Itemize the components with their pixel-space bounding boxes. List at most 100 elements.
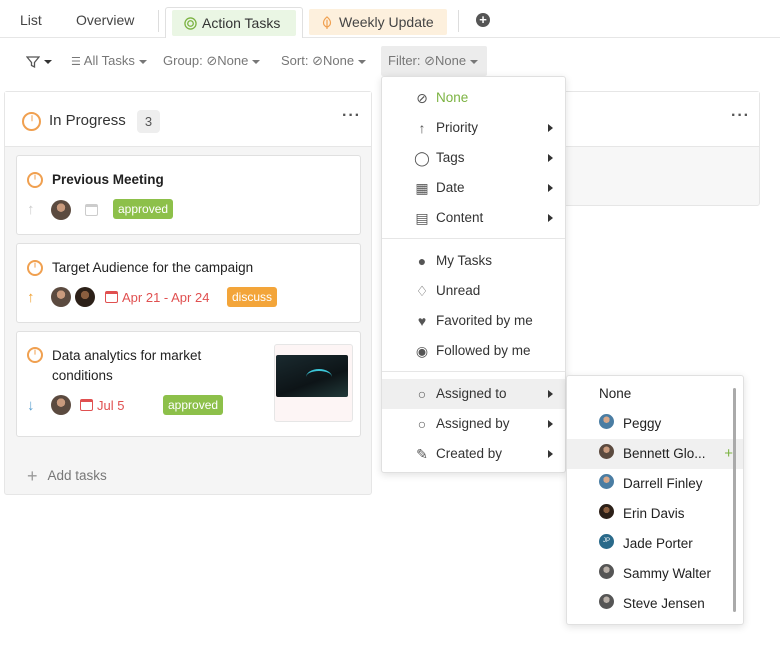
avatar xyxy=(51,287,71,307)
filter-item-none[interactable]: ⊘ None xyxy=(382,83,565,113)
bell-icon: ♢ xyxy=(415,283,429,299)
assignee-item[interactable]: Bennett Glo... + xyxy=(567,439,743,469)
heart-icon: ♥ xyxy=(417,313,427,329)
calendar-icon xyxy=(105,291,118,303)
tab-weekly-update[interactable]: Weekly Update xyxy=(309,9,447,35)
filter-item-assigned-by[interactable]: ○ Assigned by xyxy=(382,409,565,439)
filter-funnel-button[interactable] xyxy=(26,46,52,76)
menu-item-label: Favorited by me xyxy=(436,313,533,328)
calendar-icon[interactable] xyxy=(85,204,98,216)
assignee-item[interactable]: Sammy Walter xyxy=(567,559,743,589)
status-badge: approved xyxy=(163,395,224,415)
menu-item-label: Date xyxy=(436,180,465,195)
funnel-icon xyxy=(26,55,40,68)
menu-item-label: Followed by me xyxy=(436,343,531,358)
assignee-item[interactable]: Steve Jensen xyxy=(567,589,743,619)
filter-label: Filter: xyxy=(388,53,421,68)
avatar xyxy=(599,594,614,609)
arrow-up-icon: ↑ xyxy=(418,120,426,136)
group-dropdown[interactable]: Group: ⊘None xyxy=(163,46,261,76)
menu-item-label: Unread xyxy=(436,283,481,298)
submenu-arrow-icon xyxy=(548,450,553,458)
in-progress-icon xyxy=(27,172,43,188)
board-column-in-progress: In Progress 3 ··· Previous Meeting ↑ app… xyxy=(4,91,372,495)
tab-overview[interactable]: Overview xyxy=(76,7,134,37)
assignee-name: Jade Porter xyxy=(623,536,693,551)
assignee-item[interactable]: Darrell Finley xyxy=(567,469,743,499)
avatar xyxy=(51,200,71,220)
plus-icon[interactable]: + xyxy=(724,439,733,469)
submenu-arrow-icon xyxy=(548,184,553,192)
plus-icon: + xyxy=(27,466,38,486)
none-icon: ⊘ xyxy=(416,90,428,106)
person-outline-icon: ○ xyxy=(417,386,427,402)
assignee-name: Bennett Glo... xyxy=(623,446,706,461)
menu-item-label: Assigned to xyxy=(436,386,507,401)
filter-item-priority[interactable]: ↑ Priority xyxy=(382,113,565,143)
assignee-item[interactable]: JP Jade Porter xyxy=(567,529,743,559)
group-value: None xyxy=(217,53,249,68)
due-date: Apr 21 - Apr 24 xyxy=(122,290,210,305)
menu-item-label: My Tasks xyxy=(436,253,493,268)
avatar xyxy=(599,474,614,489)
tab-weekly-update-label: Weekly Update xyxy=(339,14,434,30)
in-progress-icon xyxy=(27,347,43,363)
add-tasks-button[interactable]: + Add tasks xyxy=(27,466,107,487)
sort-value: None xyxy=(323,53,355,68)
assignee-item[interactable]: Erin Davis xyxy=(567,499,743,529)
filter-dropdown[interactable]: Filter: ⊘None xyxy=(381,46,487,76)
assignee-name: None xyxy=(599,386,632,401)
tab-divider xyxy=(158,10,159,32)
person-icon: ● xyxy=(417,253,427,269)
scrollbar[interactable] xyxy=(733,388,736,612)
submenu-arrow-icon xyxy=(548,124,553,132)
assignee-item-none[interactable]: None xyxy=(567,379,743,409)
filter-item-my-tasks[interactable]: ● My Tasks xyxy=(382,246,565,276)
sort-dropdown[interactable]: Sort: ⊘None xyxy=(281,46,367,76)
filter-item-followed[interactable]: ◉ Followed by me xyxy=(382,336,565,366)
all-tasks-label: All Tasks xyxy=(83,53,135,68)
avatar xyxy=(599,444,614,459)
all-tasks-dropdown[interactable]: ☰ All Tasks xyxy=(71,46,147,76)
sort-label: Sort: xyxy=(281,53,309,68)
avatar xyxy=(599,504,614,519)
task-card[interactable]: Data analytics for market conditions ↓ J… xyxy=(16,331,361,437)
filter-item-tags[interactable]: ◯ Tags xyxy=(382,143,565,173)
more-options-icon[interactable]: ··· xyxy=(731,107,750,125)
add-tab-button[interactable]: + xyxy=(476,13,490,27)
filter-menu: ⊘ None ↑ Priority ◯ Tags ▦ Date ▤ Content ● My… xyxy=(381,76,566,473)
submenu-arrow-icon xyxy=(548,420,553,428)
tab-divider xyxy=(458,10,459,32)
avatar: JP xyxy=(599,534,614,549)
list-icon: ☰ xyxy=(71,56,81,68)
calendar-icon xyxy=(80,399,93,411)
filter-item-unread[interactable]: ♢ Unread xyxy=(382,276,565,306)
eye-icon: ◉ xyxy=(415,343,429,359)
priority-down-icon: ↓ xyxy=(27,397,35,414)
menu-divider xyxy=(382,238,565,239)
menu-item-label: Content xyxy=(436,210,484,225)
view-tabs: List Overview Action Tasks Weekly Update… xyxy=(0,0,780,38)
task-title: Previous Meeting xyxy=(52,172,164,187)
filter-value: None xyxy=(435,53,467,68)
task-card[interactable]: Previous Meeting ↑ approved xyxy=(16,155,361,235)
filter-item-created-by[interactable]: ✎ Created by xyxy=(382,439,565,469)
document-icon: ▤ xyxy=(415,210,429,226)
more-options-icon[interactable]: ··· xyxy=(342,107,361,125)
menu-item-label: Created by xyxy=(436,446,503,461)
task-card[interactable]: Target Audience for the campaign ↑ Apr 2… xyxy=(16,243,361,323)
menu-item-label: Priority xyxy=(436,120,479,135)
filter-item-date[interactable]: ▦ Date xyxy=(382,173,565,203)
avatar xyxy=(599,414,614,429)
filter-item-assigned-to[interactable]: ○ Assigned to xyxy=(382,379,565,409)
filter-item-content[interactable]: ▤ Content xyxy=(382,203,565,233)
column-title: In Progress xyxy=(49,112,126,129)
assignee-name: Erin Davis xyxy=(623,506,685,521)
tab-action-tasks[interactable]: Action Tasks xyxy=(165,7,303,38)
assignee-item[interactable]: Peggy xyxy=(567,409,743,439)
filter-item-favorited[interactable]: ♥ Favorited by me xyxy=(382,306,565,336)
tab-list[interactable]: List xyxy=(20,7,42,37)
attachment-thumbnail[interactable] xyxy=(274,344,353,422)
status-badge: approved xyxy=(113,199,174,219)
toolbar: ☰ All Tasks Group: ⊘None Sort: ⊘None Fil… xyxy=(0,46,780,76)
